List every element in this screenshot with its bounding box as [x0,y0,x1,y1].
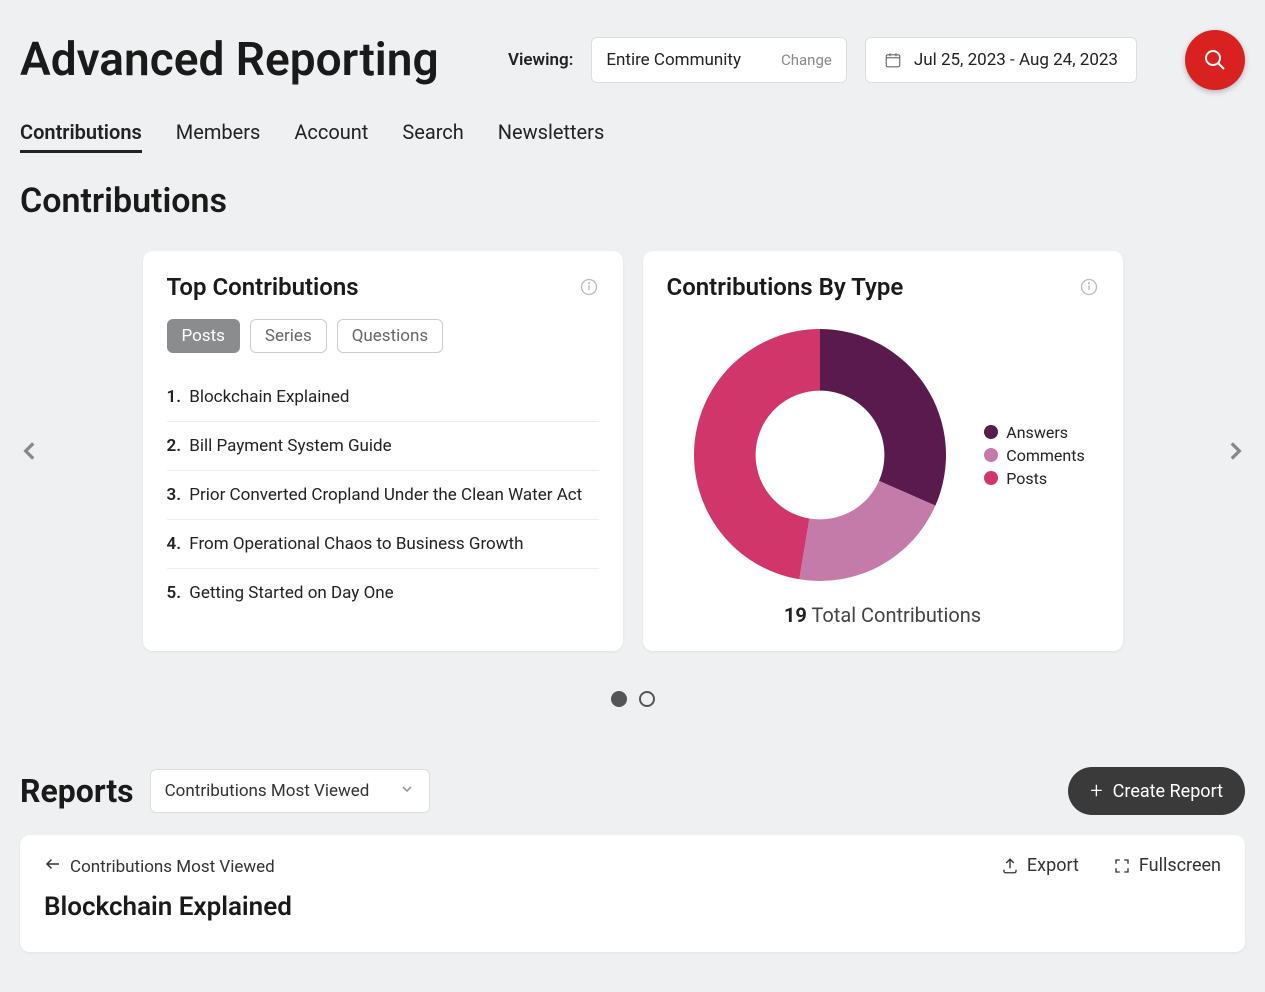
tab-search[interactable]: Search [402,120,463,153]
list-item-label: Blockchain Explained [185,387,349,407]
info-icon[interactable] [1079,277,1099,297]
arrow-left-icon [44,855,62,878]
list-item-label: From Operational Chaos to Business Growt… [185,534,523,554]
chevron-right-icon [1222,438,1248,464]
main-tabs: Contributions Members Account Search Newslet… [0,90,1265,153]
carousel-next[interactable] [1215,421,1255,481]
carousel-dots [0,691,1265,707]
legend-swatch [984,471,998,485]
list-item-number: 1. [167,387,182,407]
filter-questions[interactable]: Questions [337,319,443,353]
info-icon[interactable] [579,277,599,297]
donut-chart [680,315,960,595]
carousel-dot[interactable] [611,691,627,707]
page-title: Advanced Reporting [20,33,439,87]
list-item-label: Bill Payment System Guide [185,436,392,456]
scope-selector[interactable]: Entire Community Change [591,37,847,83]
scope-value: Entire Community [606,50,741,70]
report-breadcrumb: Contributions Most Viewed [70,857,275,877]
legend-item: Comments [984,446,1084,465]
list-item-number: 5. [167,583,182,603]
donut-slice-posts [694,329,820,579]
tab-account[interactable]: Account [294,120,368,153]
report-subject: Blockchain Explained [44,892,1221,922]
legend-label: Comments [1006,446,1084,465]
legend-swatch [984,425,998,439]
carousel-prev[interactable] [10,421,50,481]
chevron-left-icon [17,438,43,464]
list-item-label: Prior Converted Cropland Under the Clean… [185,485,582,505]
tab-newsletters[interactable]: Newsletters [498,120,604,153]
by-type-title: Contributions By Type [667,273,904,301]
list-item-number: 3. [167,485,182,505]
legend-swatch [984,448,998,462]
fullscreen-icon [1113,857,1131,875]
legend-label: Posts [1006,469,1047,488]
list-item-number: 2. [167,436,182,456]
list-item[interactable]: 5. Getting Started on Day One [167,569,599,617]
section-title: Contributions [0,153,1265,221]
tab-members[interactable]: Members [176,120,261,153]
create-report-button[interactable]: + Create Report [1068,767,1245,815]
search-button[interactable] [1185,30,1245,90]
filter-posts[interactable]: Posts [167,319,240,353]
date-range-picker[interactable]: Jul 25, 2023 - Aug 24, 2023 [865,37,1137,83]
date-range-text: Jul 25, 2023 - Aug 24, 2023 [914,50,1118,70]
list-item-number: 4. [167,534,182,554]
create-report-label: Create Report [1113,781,1223,802]
list-item[interactable]: 4. From Operational Chaos to Business Gr… [167,520,599,569]
fullscreen-button[interactable]: Fullscreen [1113,855,1221,876]
legend-item: Answers [984,423,1084,442]
list-item-label: Getting Started on Day One [185,583,394,603]
reports-heading: Reports [20,772,134,810]
chart-legend: Answers Comments Posts [984,419,1084,492]
list-item[interactable]: 2. Bill Payment System Guide [167,422,599,471]
calendar-icon [884,51,902,69]
report-back[interactable]: Contributions Most Viewed [44,855,275,878]
list-item[interactable]: 1. Blockchain Explained [167,373,599,422]
reports-select-value: Contributions Most Viewed [165,781,370,801]
export-label: Export [1027,855,1079,876]
reports-select[interactable]: Contributions Most Viewed [150,769,431,813]
export-icon [1001,857,1019,875]
list-item[interactable]: 3. Prior Converted Cropland Under the Cl… [167,471,599,520]
export-button[interactable]: Export [1001,855,1079,876]
search-icon [1203,48,1227,72]
tab-contributions[interactable]: Contributions [20,120,142,153]
contributions-by-type-card: Contributions By Type Answers Comments Pos… [643,251,1123,651]
scope-change-link[interactable]: Change [781,51,832,69]
viewing-label: Viewing: [508,50,573,70]
legend-label: Answers [1006,423,1068,442]
plus-icon: + [1090,779,1102,804]
carousel-dot[interactable] [639,691,655,707]
top-contributions-card: Top Contributions Posts Series Questions 1… [143,251,623,651]
fullscreen-label: Fullscreen [1139,855,1221,876]
chevron-down-icon [399,781,415,802]
filter-series[interactable]: Series [250,319,327,353]
total-contributions: 19 Total Contributions [667,603,1099,627]
donut-slice-answers [820,329,946,506]
top-contributions-title: Top Contributions [167,273,359,301]
legend-item: Posts [984,469,1084,488]
report-panel: Contributions Most Viewed Export Fullscr… [20,835,1245,952]
